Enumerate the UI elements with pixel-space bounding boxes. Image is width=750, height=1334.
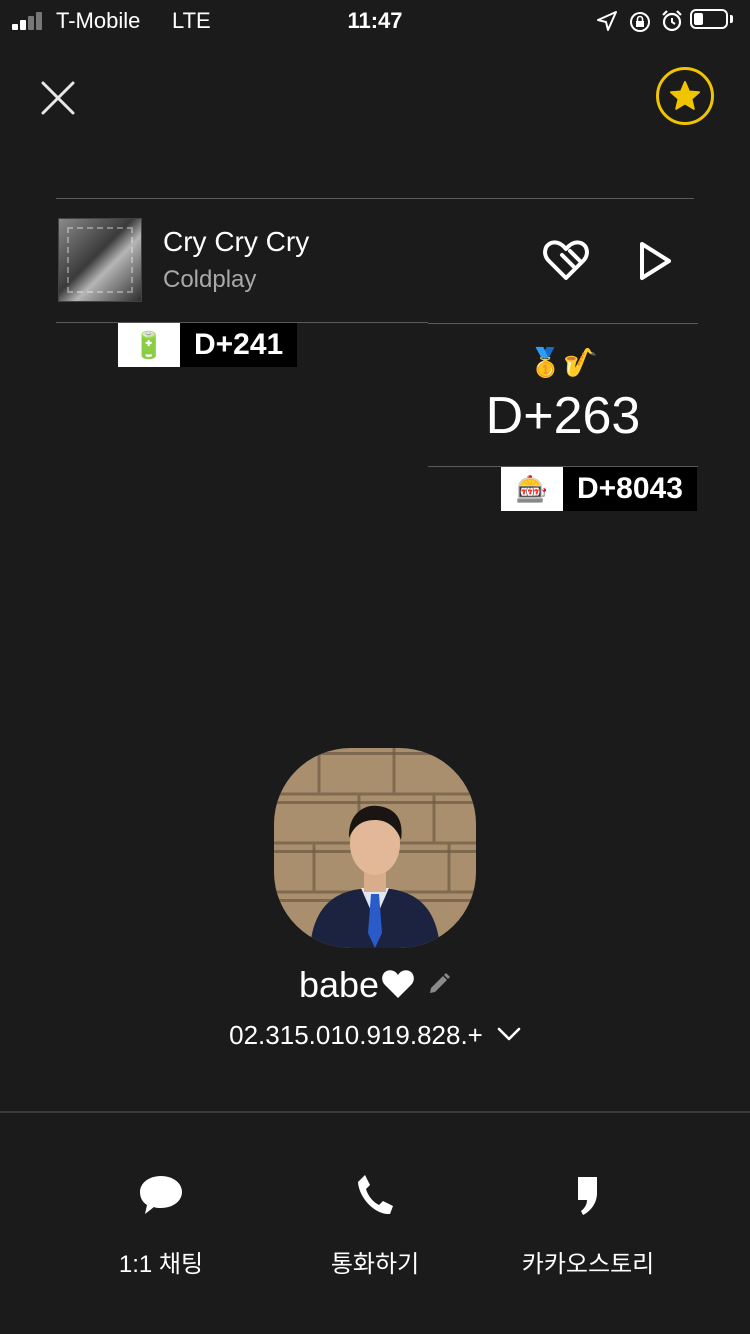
chat-bubble-icon (140, 1176, 182, 1214)
call-label: 통화하기 (330, 1251, 420, 1278)
call-button[interactable]: 통화하기 (265, 1160, 485, 1279)
artist-name: Coldplay (163, 266, 257, 293)
profile-phone: 02.315.010.919.828.+ (229, 1020, 483, 1050)
dday-label: D+8043 (563, 467, 697, 511)
location-arrow-icon (597, 11, 617, 31)
dday-badge-right[interactable]: 🎰 D+8043 (501, 467, 697, 511)
dday-label: D+241 (180, 323, 298, 367)
heart-outline-icon[interactable] (540, 238, 592, 284)
profile-name-row[interactable]: babe (0, 964, 750, 1006)
dday-badge-left[interactable]: 🔋 D+241 (118, 323, 298, 367)
kakaostory-button[interactable]: 카카오스토리 (478, 1160, 698, 1279)
person-photo (274, 748, 476, 948)
profile-avatar[interactable] (274, 748, 476, 948)
edit-pencil-icon[interactable] (427, 972, 451, 996)
orientation-lock-icon (630, 12, 650, 32)
chat-button[interactable]: 1:1 채팅 (51, 1160, 271, 1279)
play-icon[interactable] (634, 238, 676, 284)
phone-icon (358, 1175, 393, 1215)
kakaostory-label: 카카오스토리 (521, 1251, 655, 1278)
song-title[interactable]: Cry Cry Cry (163, 226, 309, 258)
dday-main-count[interactable]: D+263 (428, 386, 698, 446)
white-heart-icon (382, 970, 414, 998)
divider-line (56, 198, 694, 199)
close-icon[interactable] (40, 80, 76, 116)
alarm-icon (662, 10, 682, 32)
status-bar: T-Mobile LTE 11:47 (0, 0, 750, 42)
battery-icon (690, 9, 736, 31)
kakaostory-icon (578, 1177, 597, 1215)
profile-phone-row[interactable]: 02.315.010.919.828.+ (0, 1020, 750, 1051)
battery-emoji-icon: 🔋 (118, 323, 180, 367)
chevron-down-icon (497, 1027, 521, 1041)
profile-name: babe (298, 964, 380, 1005)
album-art[interactable] (58, 218, 142, 302)
divider-line (428, 323, 698, 324)
dday-emojis: 🥇🎷 (528, 347, 598, 378)
chat-label: 1:1 채팅 (118, 1251, 204, 1278)
star-icon (670, 81, 700, 110)
favorite-star-button[interactable] (656, 67, 714, 125)
slot-machine-emoji-icon: 🎰 (501, 467, 563, 511)
bottom-divider (0, 1111, 750, 1113)
